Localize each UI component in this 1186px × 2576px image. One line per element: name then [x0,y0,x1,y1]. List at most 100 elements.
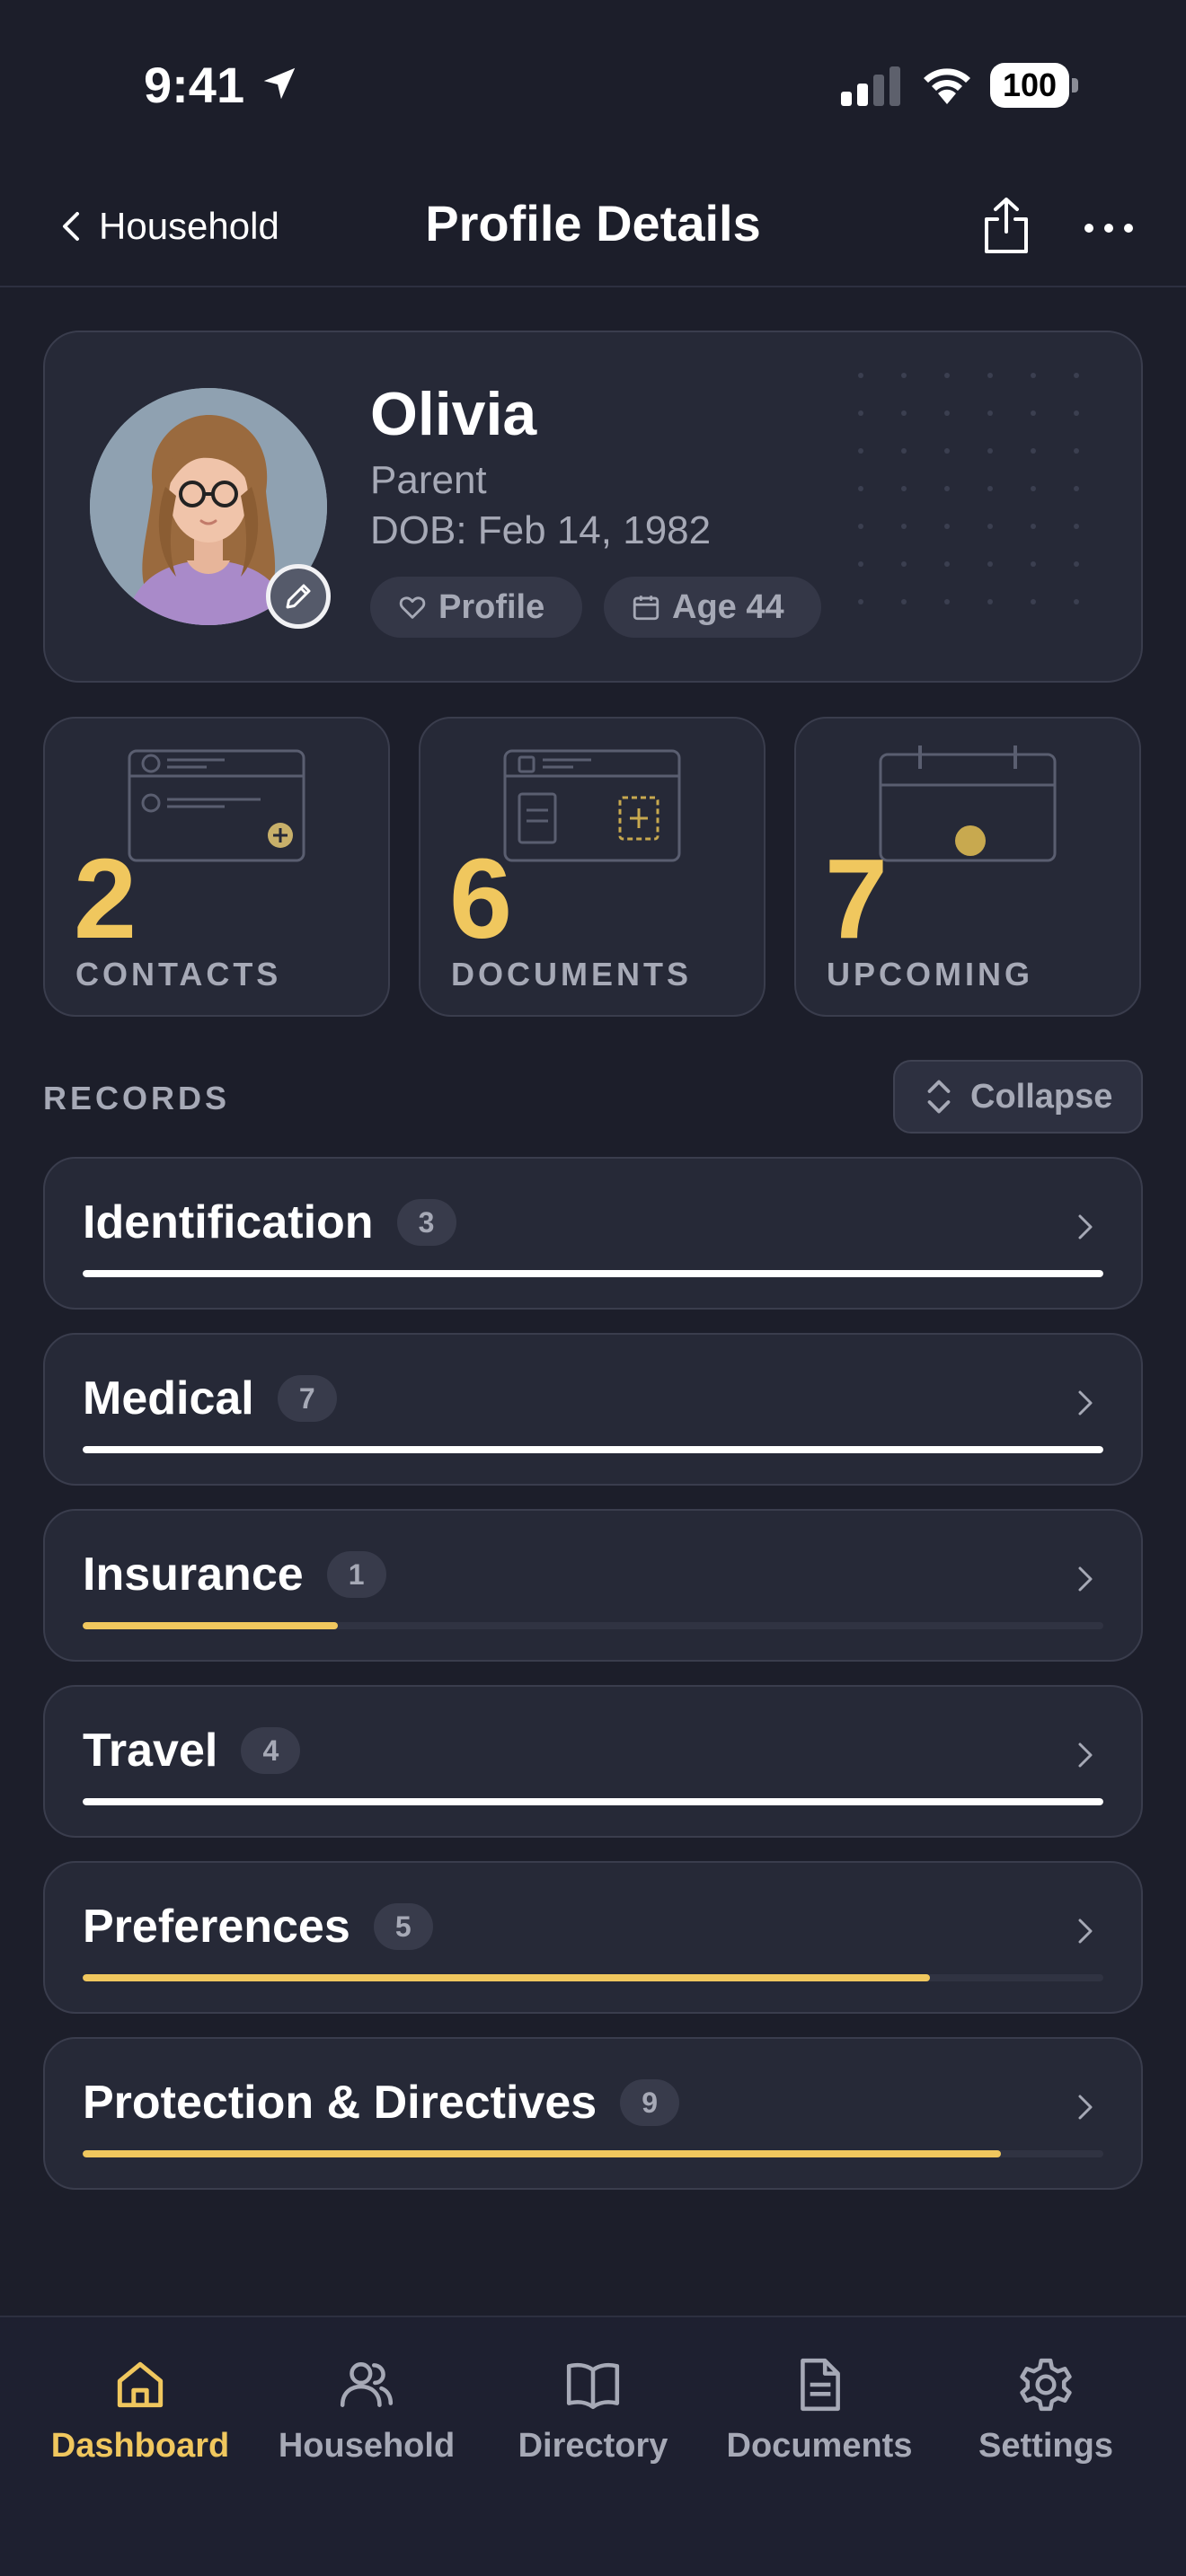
back-button[interactable]: Household [58,199,279,253]
pattern-dot [1031,373,1036,378]
pattern-dot [944,599,950,604]
pattern-dot [1074,599,1079,604]
age-chip-label: Age 44 [672,587,784,626]
chevron-right-icon [1078,2095,1093,2120]
pattern-dot [901,599,907,604]
profile-name: Olivia [370,380,537,448]
pattern-dot [901,524,907,529]
contacts-count: 2 [74,835,137,962]
record-title: Medical [83,1372,254,1425]
upcoming-card-illustration [879,745,1057,862]
record-row-insurance[interactable]: Insurance 1 [43,1509,1143,1662]
share-icon[interactable] [979,196,1033,255]
calendar-icon [633,595,659,621]
documents-card-illustration [503,749,681,862]
record-title: Preferences [83,1901,350,1953]
chevron-left-icon [63,212,79,241]
pattern-dot [1031,410,1036,416]
profile-card: Olivia Parent DOB: Feb 14, 1982 Profile … [43,331,1143,683]
pattern-dot [1074,561,1079,567]
upcoming-count: 7 [825,835,889,962]
chevron-right-icon [1078,1214,1093,1239]
status-time: 9:41 [144,57,245,113]
profile-role: Parent [370,458,487,502]
pattern-dot [901,410,907,416]
heart-icon [399,596,426,619]
battery-indicator: 100 [990,63,1078,108]
record-progress-fill [83,1446,1103,1453]
tab-documents[interactable]: Documents [712,2355,927,2472]
contacts-stat-card[interactable]: 2 CONTACTS [43,717,390,1017]
upcoming-label: UPCOMING [827,956,1033,992]
status-bar: 9:41 100 [0,0,1186,171]
record-progress-track [83,1446,1103,1453]
profile-dob: DOB: Feb 14, 1982 [370,508,712,552]
record-progress-fill [83,1974,930,1981]
pattern-dot [944,448,950,454]
expand-collapse-icon [927,1080,951,1114]
tab-settings[interactable]: Settings [938,2355,1154,2472]
record-row-protection-directives[interactable]: Protection & Directives 9 [43,2037,1143,2190]
pattern-dot [987,599,993,604]
pattern-dot [858,599,863,604]
contacts-card-illustration [128,749,305,862]
chevron-right-icon [1078,1919,1093,1944]
dot-pattern-decoration [858,373,1079,604]
pattern-dot [858,448,863,454]
pattern-dot [858,410,863,416]
record-title: Insurance [83,1548,304,1601]
cellular-signal-icon [841,66,900,106]
battery-level: 100 [990,63,1069,108]
chevron-right-icon [1078,1742,1093,1768]
record-progress-fill [83,1622,338,1629]
record-title: Protection & Directives [83,2077,597,2129]
pattern-dot [1074,410,1079,416]
pencil-icon [286,584,311,609]
tab-label: Household [278,2427,456,2465]
tab-label: Dashboard [50,2427,230,2465]
record-row-identification[interactable]: Identification 3 [43,1157,1143,1310]
home-icon [117,2361,164,2408]
record-progress-fill [83,1798,1103,1805]
pattern-dot [987,486,993,491]
tab-household[interactable]: Household [259,2355,474,2472]
gear-icon [1020,2358,1072,2412]
pattern-dot [901,486,907,491]
pattern-dot [858,486,863,491]
wifi-icon [924,68,970,104]
pattern-dot [1074,373,1079,378]
pattern-dot [901,561,907,567]
pattern-dot [944,486,950,491]
tab-directory[interactable]: Directory [485,2355,701,2472]
profile-chip[interactable]: Profile [370,577,582,638]
record-row-preferences[interactable]: Preferences 5 [43,1861,1143,2014]
record-count-badge: 9 [620,2079,680,2126]
pattern-dot [944,410,950,416]
pattern-dot [987,448,993,454]
pattern-dot [1031,486,1036,491]
tab-dashboard[interactable]: Dashboard [32,2355,248,2472]
pattern-dot [901,448,907,454]
record-title: Identification [83,1196,374,1248]
chevron-right-icon [1078,1390,1093,1416]
pattern-dot [1074,486,1079,491]
pattern-dot [987,561,993,567]
record-progress-track [83,1622,1103,1629]
age-chip[interactable]: Age 44 [604,577,821,638]
contacts-label: CONTACTS [75,956,282,992]
upcoming-stat-card[interactable]: 7 UPCOMING [794,717,1141,1017]
documents-stat-card[interactable]: 6 DOCUMENTS [419,717,766,1017]
record-row-travel[interactable]: Travel 4 [43,1685,1143,1838]
record-count-badge: 1 [326,1551,386,1598]
people-icon [340,2362,394,2407]
more-icon[interactable] [1082,210,1136,246]
pattern-dot [858,373,863,378]
collapse-button[interactable]: Collapse [893,1060,1143,1134]
tab-label: Documents [726,2427,913,2465]
record-count-badge: 7 [277,1375,337,1422]
pattern-dot [1031,561,1036,567]
edit-avatar-button[interactable] [266,564,331,629]
record-row-medical[interactable]: Medical 7 [43,1333,1143,1486]
record-progress-fill [83,1270,1103,1277]
battery-tip [1072,78,1078,93]
